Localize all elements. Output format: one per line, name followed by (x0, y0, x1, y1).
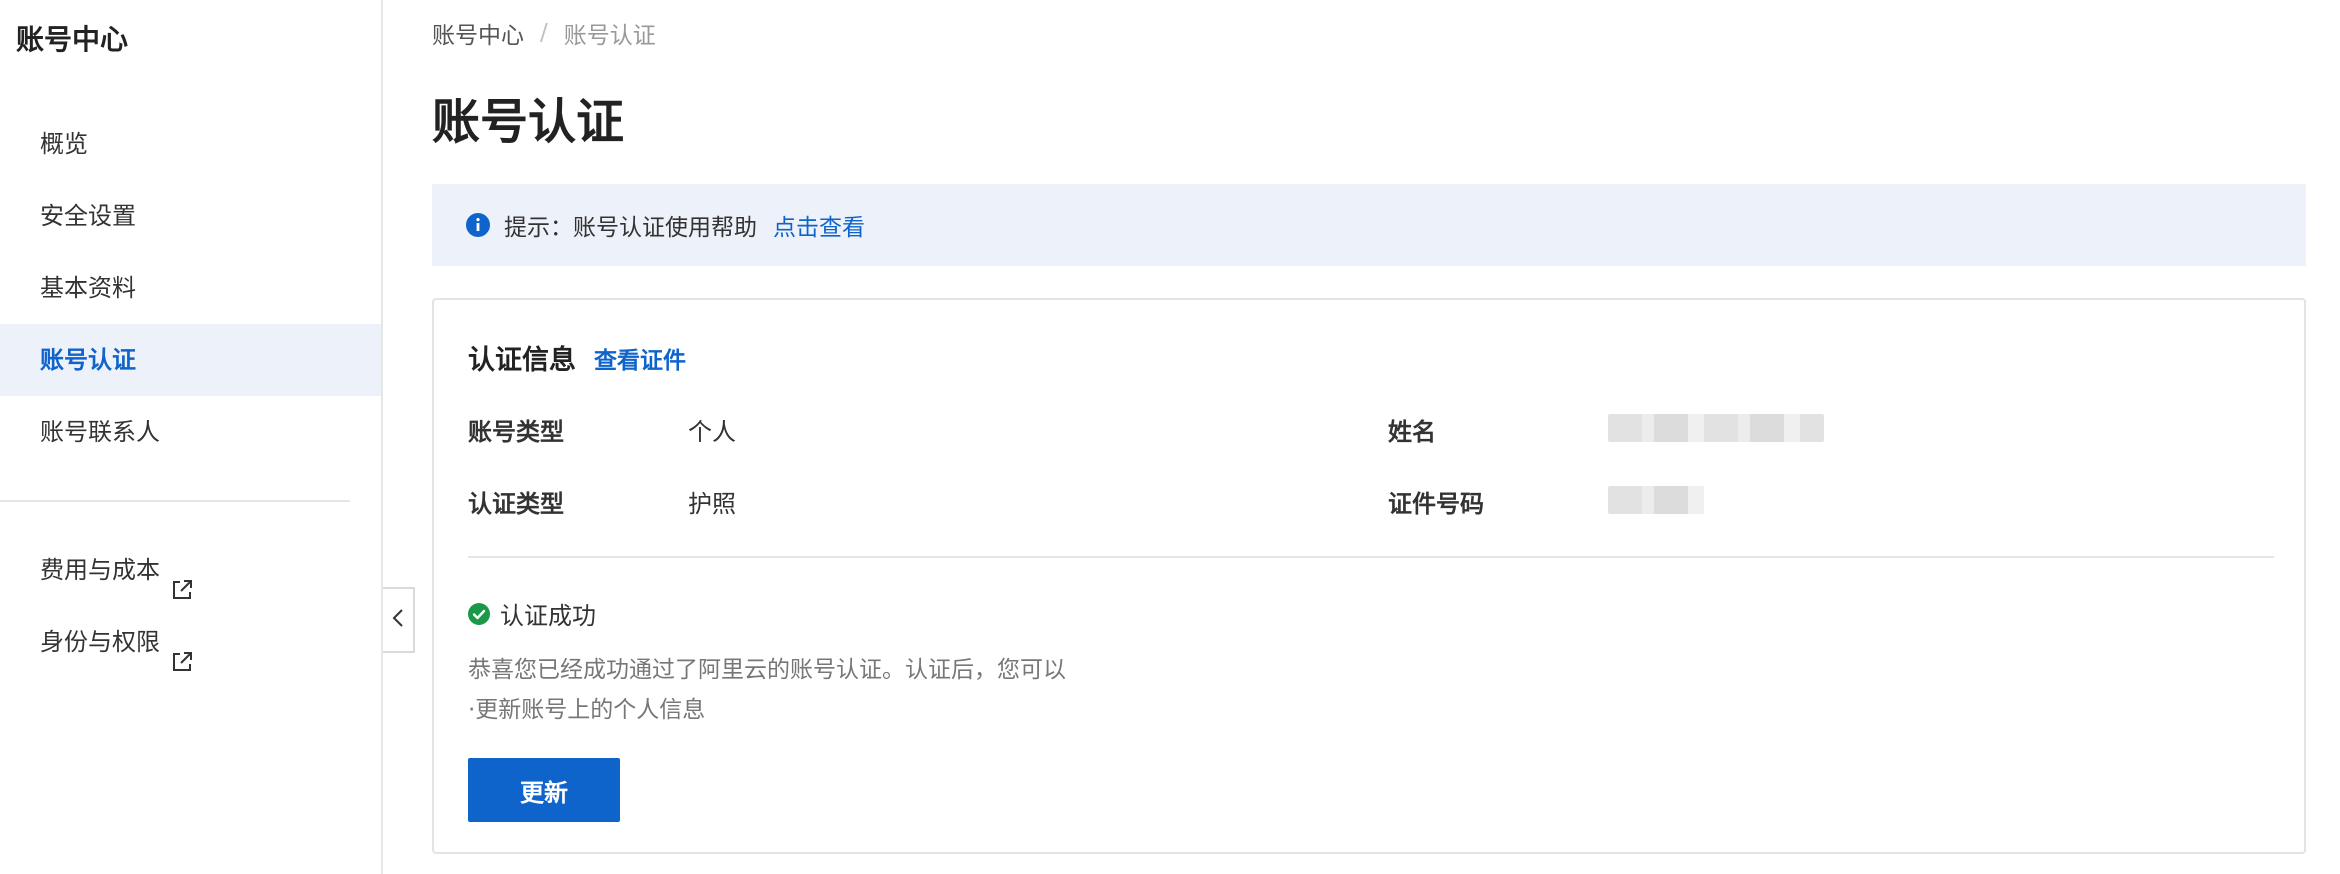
sidebar-external-nav: 费用与成本 身份与权限 (0, 534, 381, 678)
page-title: 账号认证 (432, 94, 625, 150)
verification-info-card: 认证信息 查看证件 账号类型 个人 姓名 认证类型 护照 证件号码 认证成功 恭… (432, 298, 2306, 854)
card-title: 认证信息 (468, 345, 576, 376)
sidebar-item-security[interactable]: 安全设置 (0, 180, 381, 252)
external-link-icon (170, 558, 194, 599)
app-layout: 账号中心 概览 安全设置 基本资料 账号认证 账号联系人 费用与成本 身份与权限… (0, 0, 2340, 874)
update-button[interactable]: 更新 (468, 758, 620, 822)
account-type-value: 个人 (688, 418, 736, 446)
success-description: 恭喜您已经成功通过了阿里云的账号认证。认证后，您可以 (468, 657, 1066, 683)
sidebar-item-profile[interactable]: 基本资料 (0, 252, 381, 324)
sidebar-title: 账号中心 (16, 23, 129, 56)
id-number-value-redacted (1608, 486, 1704, 514)
account-type-label: 账号类型 (468, 418, 564, 446)
breadcrumb-separator: / (540, 20, 548, 46)
chevron-left-icon (391, 607, 405, 633)
cert-type-value: 护照 (688, 490, 736, 518)
id-number-label: 证件号码 (1388, 490, 1484, 518)
external-link-icon (170, 630, 194, 671)
info-icon (466, 213, 490, 237)
success-benefit-item: ·更新账号上的个人信息 (468, 697, 706, 723)
sidebar-item-iam[interactable]: 身份与权限 (0, 606, 381, 678)
view-document-link[interactable]: 查看证件 (594, 341, 686, 375)
sidebar-item-contacts[interactable]: 账号联系人 (0, 396, 381, 468)
help-notice: 提示：账号认证使用帮助 点击查看 (432, 184, 2306, 266)
sidebar: 账号中心 概览 安全设置 基本资料 账号认证 账号联系人 费用与成本 身份与权限 (0, 0, 383, 874)
sidebar-collapse-button[interactable] (383, 587, 415, 653)
card-header: 认证信息 查看证件 (468, 338, 686, 377)
sidebar-item-verification[interactable]: 账号认证 (0, 324, 381, 396)
status-text: 认证成功 (500, 602, 596, 630)
main-content: 账号中心 / 账号认证 账号认证 提示：账号认证使用帮助 点击查看 认证信息 查… (432, 0, 2308, 874)
card-divider (468, 556, 2274, 558)
breadcrumb-current: 账号认证 (563, 23, 656, 49)
verification-status: 认证成功 (468, 596, 596, 631)
notice-help-link[interactable]: 点击查看 (773, 208, 865, 242)
breadcrumb: 账号中心 / 账号认证 (432, 16, 656, 50)
notice-text: 提示：账号认证使用帮助 (504, 215, 757, 241)
sidebar-divider (0, 500, 350, 502)
sidebar-item-label: 费用与成本 (40, 556, 160, 584)
cert-type-label: 认证类型 (468, 490, 564, 518)
sidebar-item-overview[interactable]: 概览 (0, 108, 381, 180)
name-value-redacted (1608, 414, 1824, 442)
breadcrumb-root[interactable]: 账号中心 (432, 16, 524, 50)
check-circle-icon (468, 602, 490, 625)
sidebar-item-billing[interactable]: 费用与成本 (0, 534, 381, 606)
sidebar-item-label: 身份与权限 (40, 628, 160, 656)
sidebar-nav: 概览 安全设置 基本资料 账号认证 账号联系人 (0, 108, 381, 468)
name-label: 姓名 (1388, 418, 1436, 446)
